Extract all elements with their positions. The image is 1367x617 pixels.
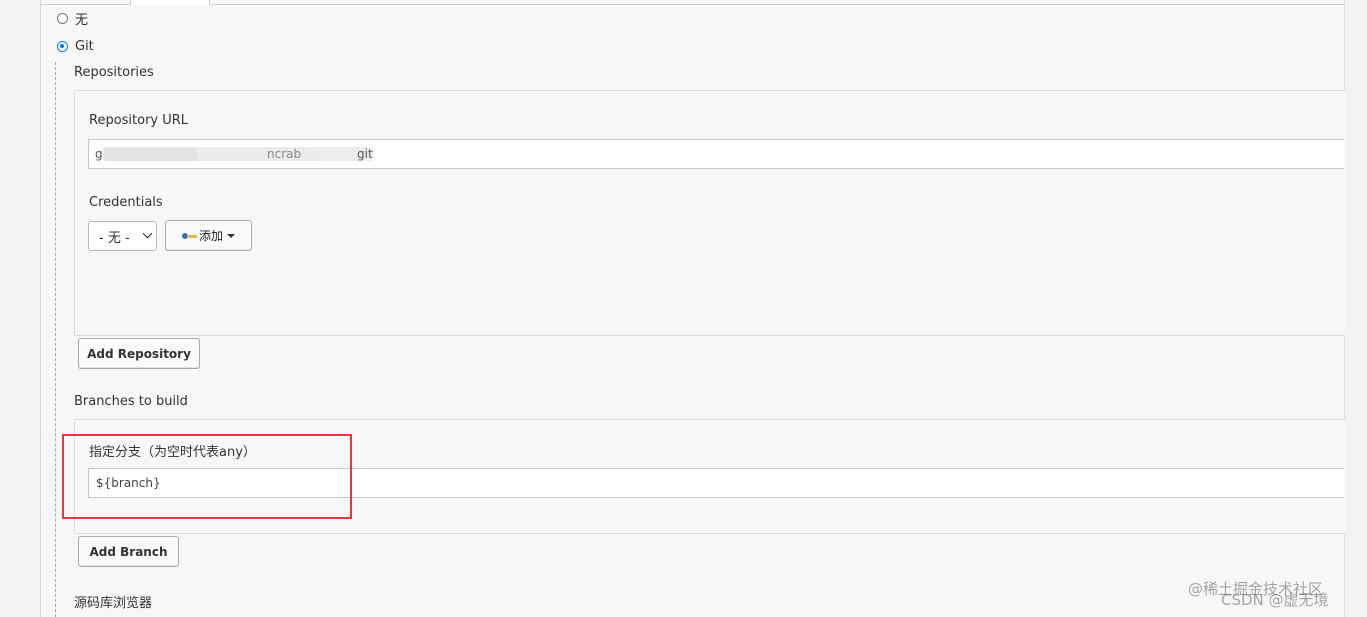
annotation-highlight-box [62, 434, 352, 519]
repository-box [74, 90, 1345, 336]
active-tab-stub[interactable] [130, 0, 210, 5]
add-branch-button[interactable]: Add Branch [78, 536, 179, 567]
url-fragment-middle: ncrab [267, 147, 302, 161]
scm-option-git-label: Git [75, 38, 94, 54]
watermark-line-2: CSDN @虚无境 [1221, 591, 1329, 609]
credentials-label: Credentials [89, 195, 163, 210]
radio-none[interactable] [57, 12, 68, 24]
watermark: @稀土掘金技术社区 CSDN @虚无境 [1188, 578, 1329, 609]
repository-url-label: Repository URL [89, 113, 189, 128]
section-guide-line [55, 62, 56, 617]
left-rail [0, 0, 41, 617]
right-gutter [1344, 0, 1367, 617]
radio-git[interactable] [57, 40, 68, 52]
scm-option-none-label: 无 [75, 12, 89, 28]
scm-option-git[interactable]: Git [57, 36, 94, 56]
branches-heading: Branches to build [74, 394, 188, 409]
chevron-down-icon [142, 228, 153, 239]
repository-browser-heading: 源码库浏览器 [74, 596, 153, 611]
add-credentials-label: 添加 [198, 229, 223, 243]
credentials-select[interactable]: - 无 - [88, 221, 157, 251]
scm-option-none[interactable]: 无 [57, 8, 88, 28]
top-tab-strip [41, 0, 1344, 5]
caret-down-icon [227, 233, 235, 238]
url-fragment-end: git [357, 147, 373, 161]
url-fragment-start: g [95, 147, 103, 161]
key-icon [181, 232, 198, 240]
repository-url-input[interactable]: g ncrab git [88, 139, 1344, 169]
credentials-selected-value: - 无 - [99, 230, 130, 246]
add-credentials-button[interactable]: 添加 [165, 220, 252, 251]
add-repository-button[interactable]: Add Repository [78, 338, 200, 369]
repositories-heading: Repositories [74, 65, 154, 80]
